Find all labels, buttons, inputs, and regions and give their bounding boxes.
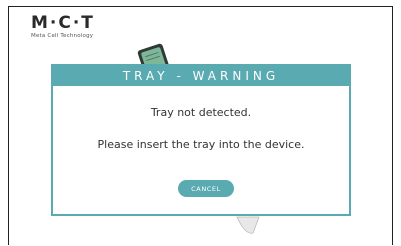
tray-warning-dialog: TRAY - WARNING Tray not detected. Please… bbox=[51, 64, 351, 216]
dialog-message-secondary: Please insert the tray into the device. bbox=[97, 138, 305, 151]
dialog-message-primary: Tray not detected. bbox=[150, 106, 252, 119]
device-slot bbox=[236, 216, 260, 234]
cancel-button[interactable]: CANCEL bbox=[178, 180, 234, 197]
dialog-title: TRAY - WARNING bbox=[53, 66, 349, 86]
